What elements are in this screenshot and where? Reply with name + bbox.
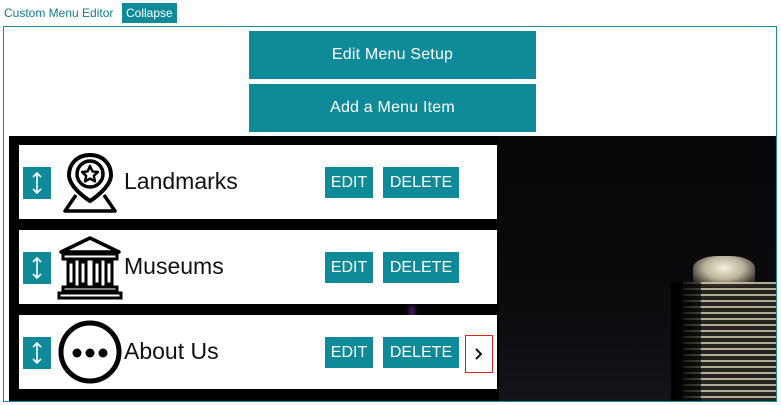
editor-header: Custom Menu Editor Collapse — [0, 0, 781, 24]
delete-button[interactable]: DELETE — [383, 337, 459, 368]
add-menu-item-button[interactable]: Add a Menu Item — [249, 84, 536, 132]
museum-building-icon — [57, 234, 123, 300]
menu-preview-area: Landmarks EDIT DELETE Museums EDIT DELET… — [9, 136, 776, 401]
editor-panel: Edit Menu Setup Add a Menu Item Landmark… — [3, 26, 777, 402]
collapse-button[interactable]: Collapse — [122, 3, 177, 23]
menu-item-landmarks: Landmarks EDIT DELETE — [19, 145, 497, 219]
drag-handle-icon[interactable] — [23, 337, 51, 369]
menu-item-label: Landmarks — [124, 168, 238, 194]
city-night-background-image — [499, 136, 776, 401]
menu-item-label: Museums — [124, 253, 224, 279]
delete-button[interactable]: DELETE — [383, 252, 459, 283]
delete-button[interactable]: DELETE — [383, 167, 459, 198]
map-pin-star-icon — [57, 149, 123, 215]
edit-menu-setup-button[interactable]: Edit Menu Setup — [249, 31, 536, 79]
menu-item-museums: Museums EDIT DELETE — [19, 230, 497, 304]
more-dots-icon — [57, 319, 123, 385]
skyscraper-image — [671, 256, 776, 401]
chevron-right-icon[interactable] — [465, 335, 493, 373]
edit-button[interactable]: EDIT — [325, 167, 373, 198]
drag-handle-icon[interactable] — [23, 167, 51, 199]
menu-item-label: About Us — [124, 338, 219, 364]
edit-button[interactable]: EDIT — [325, 337, 373, 368]
edit-button[interactable]: EDIT — [325, 252, 373, 283]
menu-item-about-us: About Us EDIT DELETE — [19, 315, 497, 389]
editor-title: Custom Menu Editor — [4, 6, 114, 20]
drag-handle-icon[interactable] — [23, 252, 51, 284]
